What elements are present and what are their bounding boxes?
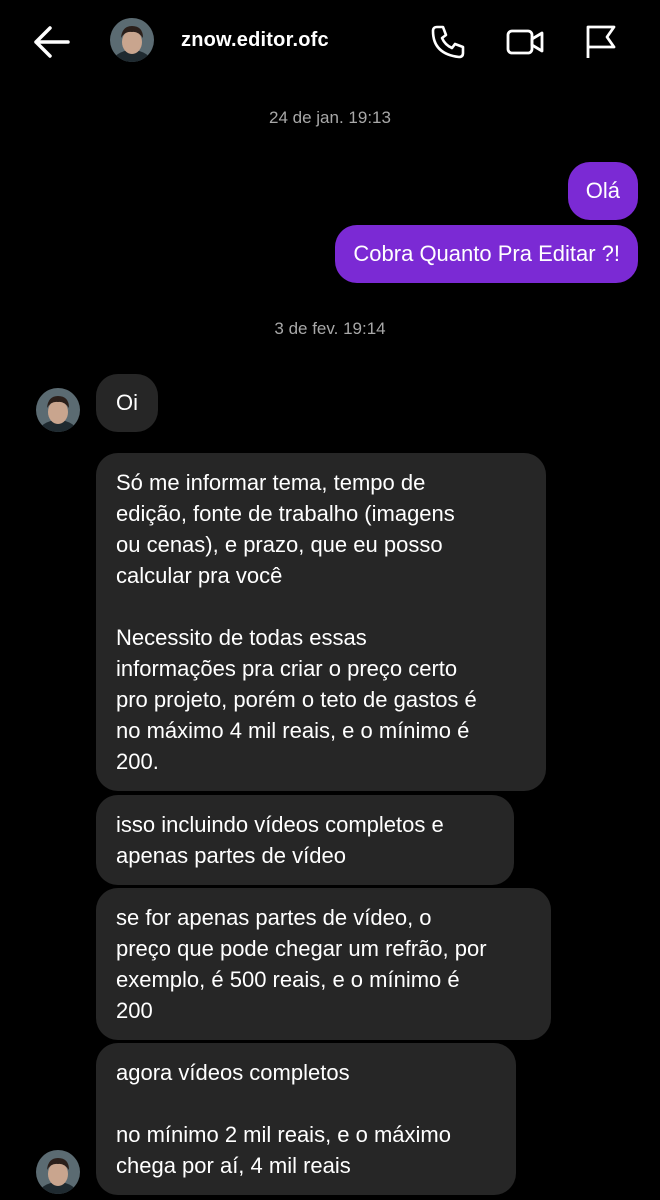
timestamp: 3 de fev. 19:14 (274, 319, 386, 338)
chat-username[interactable]: znow.editor.ofc (181, 29, 329, 52)
incoming-message[interactable]: Oi (96, 374, 158, 432)
incoming-message[interactable]: isso incluindo vídeos completos e apenas… (96, 795, 514, 885)
sender-avatar[interactable] (36, 1150, 80, 1194)
video-camera-icon[interactable] (505, 22, 545, 62)
back-arrow-icon[interactable] (30, 24, 72, 60)
incoming-message[interactable]: se for apenas partes de vídeo, o preço q… (96, 888, 551, 1040)
phone-icon[interactable] (428, 22, 468, 62)
sender-avatar[interactable] (36, 388, 80, 432)
chat-header: znow.editor.ofc (0, 0, 660, 88)
incoming-message[interactable]: Só me informar tema, tempo de edição, fo… (96, 453, 546, 791)
outgoing-message[interactable]: Olá (567, 162, 638, 220)
timestamp: 24 de jan. 19:13 (269, 108, 391, 127)
incoming-message[interactable]: agora vídeos completos no mínimo 2 mil r… (96, 1043, 516, 1195)
avatar[interactable] (110, 18, 154, 62)
flag-icon[interactable] (580, 22, 620, 62)
outgoing-message[interactable]: Cobra Quanto Pra Editar ?! (335, 225, 638, 283)
